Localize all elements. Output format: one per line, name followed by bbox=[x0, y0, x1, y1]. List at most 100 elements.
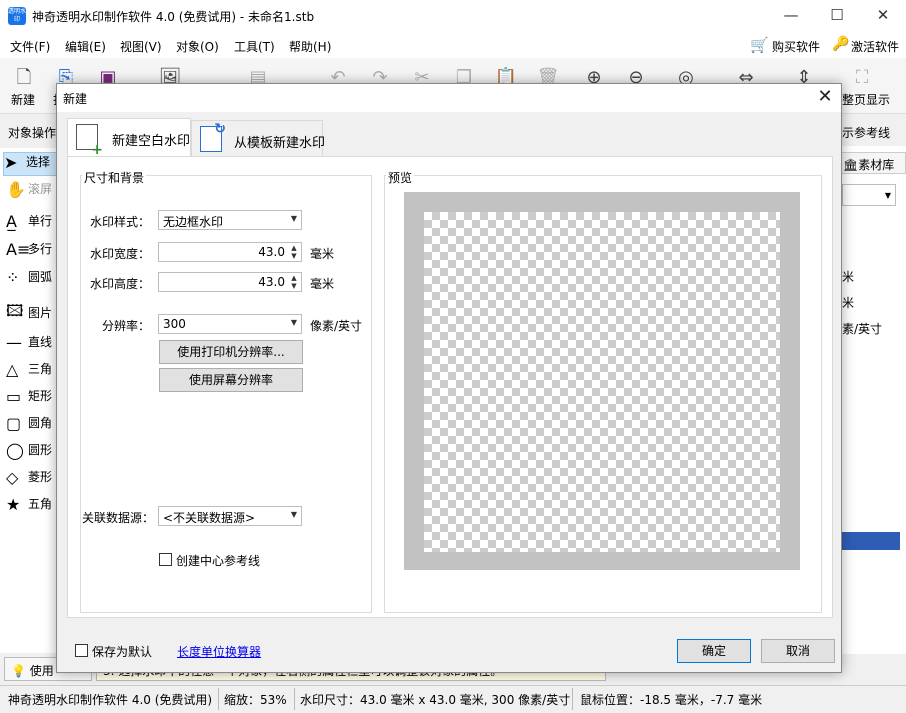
line-icon: — bbox=[6, 333, 22, 352]
spin-arrows-icon[interactable]: ▲ ▼ bbox=[289, 274, 299, 290]
status-separator bbox=[218, 688, 219, 710]
property-dropdown[interactable]: ▼ bbox=[842, 184, 896, 206]
new-file-icon[interactable]: 🗋 bbox=[12, 66, 36, 90]
image-icon: 🖾 bbox=[6, 301, 24, 320]
tool-line[interactable]: — 直线 bbox=[6, 333, 58, 357]
tool-multi-text[interactable]: A≡多行 bbox=[6, 240, 58, 264]
library-icon: 🏛 bbox=[843, 158, 859, 172]
cursor-icon: ➤ bbox=[4, 153, 18, 172]
menu-tools[interactable]: 工具(T) bbox=[234, 38, 275, 55]
library-tab[interactable]: 🏛素材库 bbox=[836, 152, 906, 174]
tool-rounded-rect[interactable]: ▢ 圆角 bbox=[6, 414, 58, 438]
style-select[interactable]: 无边框水印 ▼ bbox=[158, 210, 302, 230]
save-default-label: 保存为默认 bbox=[92, 645, 153, 659]
tool-star[interactable]: ★ 五角 bbox=[6, 495, 58, 519]
arc-text-icon: ⁘ bbox=[6, 268, 20, 287]
tool-single-text[interactable]: A̲ 单行 bbox=[6, 212, 58, 236]
use-printer-dpi-button[interactable]: 使用打印机分辨率... bbox=[159, 340, 303, 364]
chevron-down-icon: ▼ bbox=[290, 214, 297, 223]
menu-edit[interactable]: 编辑(E) bbox=[65, 38, 106, 55]
new-document-icon: + bbox=[76, 124, 103, 157]
height-label: 水印高度： bbox=[89, 277, 150, 291]
chevron-down-icon: ▼ bbox=[290, 318, 297, 327]
maximize-button[interactable]: ☐ bbox=[814, 0, 860, 32]
star-icon: ★ bbox=[6, 495, 21, 514]
dialog-title: 新建 bbox=[63, 92, 88, 106]
app-logo-icon: 透明水印 bbox=[8, 7, 26, 25]
full-page-label: 整页显示 bbox=[842, 93, 891, 107]
hand-icon: ✋ bbox=[6, 180, 26, 199]
tool-select[interactable]: ➤ 选择 bbox=[3, 152, 57, 176]
unit-label-1: 米 bbox=[842, 270, 855, 284]
key-icon: 🔑 bbox=[832, 36, 850, 52]
datasource-label: 关联数据源： bbox=[81, 511, 154, 525]
save-default-checkbox[interactable] bbox=[75, 644, 88, 657]
tool-arc-text[interactable]: ⁘ 圆弧 bbox=[6, 268, 58, 292]
properties-panel bbox=[836, 146, 906, 654]
width-unit: 毫米 bbox=[310, 247, 335, 261]
style-label: 水印样式： bbox=[89, 215, 150, 229]
tab-new-blank[interactable]: + 新建空白水印 bbox=[67, 118, 191, 157]
menu-file[interactable]: 文件(F) bbox=[10, 38, 50, 55]
text-multi-icon: A≡ bbox=[6, 240, 31, 259]
unit-label-2: 米 bbox=[842, 296, 855, 310]
spin-arrows-icon[interactable]: ▲ ▼ bbox=[289, 244, 299, 260]
diamond-icon: ◇ bbox=[6, 468, 19, 487]
datasource-select[interactable]: <不关联数据源> ▼ bbox=[158, 506, 302, 526]
status-separator bbox=[572, 688, 573, 710]
dpi-label: 分辨率： bbox=[101, 319, 150, 333]
bulb-icon: 💡 bbox=[11, 664, 26, 678]
height-stepper[interactable]: 43.0 ▲ ▼ bbox=[158, 272, 302, 292]
center-guides-checkbox[interactable] bbox=[159, 553, 172, 566]
unit-label-3: 素/英寸 bbox=[842, 322, 883, 336]
rectangle-icon: ▭ bbox=[6, 387, 22, 406]
menu-view[interactable]: 视图(V) bbox=[120, 38, 162, 55]
preview-group-title: 预览 bbox=[386, 169, 415, 186]
height-unit: 毫米 bbox=[310, 277, 335, 291]
unit-converter-link[interactable]: 长度单位换算器 bbox=[177, 643, 261, 660]
show-guides-label[interactable]: 示参考线 bbox=[842, 124, 890, 141]
dialog-title-bar bbox=[57, 84, 841, 112]
tab-from-template[interactable]: ↻ 从模板新建水印 bbox=[191, 120, 325, 156]
status-separator bbox=[294, 688, 295, 710]
activate-software-link[interactable]: 激活软件 bbox=[851, 38, 899, 55]
preview-frame bbox=[404, 192, 800, 570]
close-window-button[interactable]: ✕ bbox=[860, 0, 906, 32]
new-watermark-dialog: 新建 ✕ + 新建空白水印 ↻ 从模板新建水印 尺寸和背景 水印样式： 无边框水… bbox=[56, 83, 842, 673]
tool-diamond[interactable]: ◇ 菱形 bbox=[6, 468, 58, 492]
tab-panel: 尺寸和背景 水印样式： 无边框水印 ▼ 水印宽度： 43.0 ▲ ▼ 毫米 水印高… bbox=[67, 156, 833, 618]
new-label: 新建 bbox=[11, 93, 36, 107]
template-document-icon: ↻ bbox=[200, 122, 226, 152]
size-background-group-title: 尺寸和背景 bbox=[82, 169, 147, 186]
use-screen-dpi-button[interactable]: 使用屏幕分辨率 bbox=[159, 368, 303, 392]
tool-image[interactable]: 🖾 图片 bbox=[6, 300, 58, 324]
chevron-down-icon: ▼ bbox=[290, 510, 297, 519]
full-page-icon[interactable]: ⛶ bbox=[850, 66, 874, 90]
text-single-icon: A̲ bbox=[6, 212, 17, 231]
cancel-button[interactable]: 取消 bbox=[761, 639, 835, 663]
menu-object[interactable]: 对象(O) bbox=[176, 38, 219, 55]
dpi-select[interactable]: 300 ▼ bbox=[158, 314, 302, 334]
status-mouse-position: 鼠标位置：-18.5 毫米，-7.7 毫米 bbox=[580, 693, 763, 707]
dialog-close-button[interactable]: ✕ bbox=[813, 86, 837, 110]
ellipse-icon: ◯ bbox=[6, 441, 24, 460]
status-zoom: 缩放：53% bbox=[224, 693, 287, 707]
tool-scroll[interactable]: ✋ 滚屏 bbox=[6, 180, 58, 204]
rounded-rect-icon: ▢ bbox=[6, 414, 22, 433]
ok-button[interactable]: 确定 bbox=[677, 639, 751, 663]
tool-rectangle[interactable]: ▭ 矩形 bbox=[6, 387, 58, 411]
minimize-button[interactable]: — bbox=[768, 0, 814, 32]
size-background-group bbox=[80, 175, 372, 613]
buy-software-link[interactable]: 购买软件 bbox=[772, 38, 820, 55]
tool-triangle[interactable]: △ 三角 bbox=[6, 360, 58, 384]
tool-ellipse[interactable]: ◯ 圆形 bbox=[6, 441, 58, 465]
menu-help[interactable]: 帮助(H) bbox=[289, 38, 331, 55]
triangle-icon: △ bbox=[6, 360, 19, 379]
transparent-preview bbox=[424, 212, 780, 552]
window-title: 神奇透明水印制作软件 4.0 (免费试用) - 未命名1.stb bbox=[32, 10, 315, 24]
status-watermark-size: 水印尺寸：43.0 毫米 x 43.0 毫米, 300 像素/英寸 bbox=[300, 693, 571, 707]
object-panel-header: 对象操作 bbox=[8, 126, 57, 140]
width-stepper[interactable]: 43.0 ▲ ▼ bbox=[158, 242, 302, 262]
cart-icon: 🛒 bbox=[750, 36, 769, 54]
width-label: 水印宽度： bbox=[89, 247, 150, 261]
